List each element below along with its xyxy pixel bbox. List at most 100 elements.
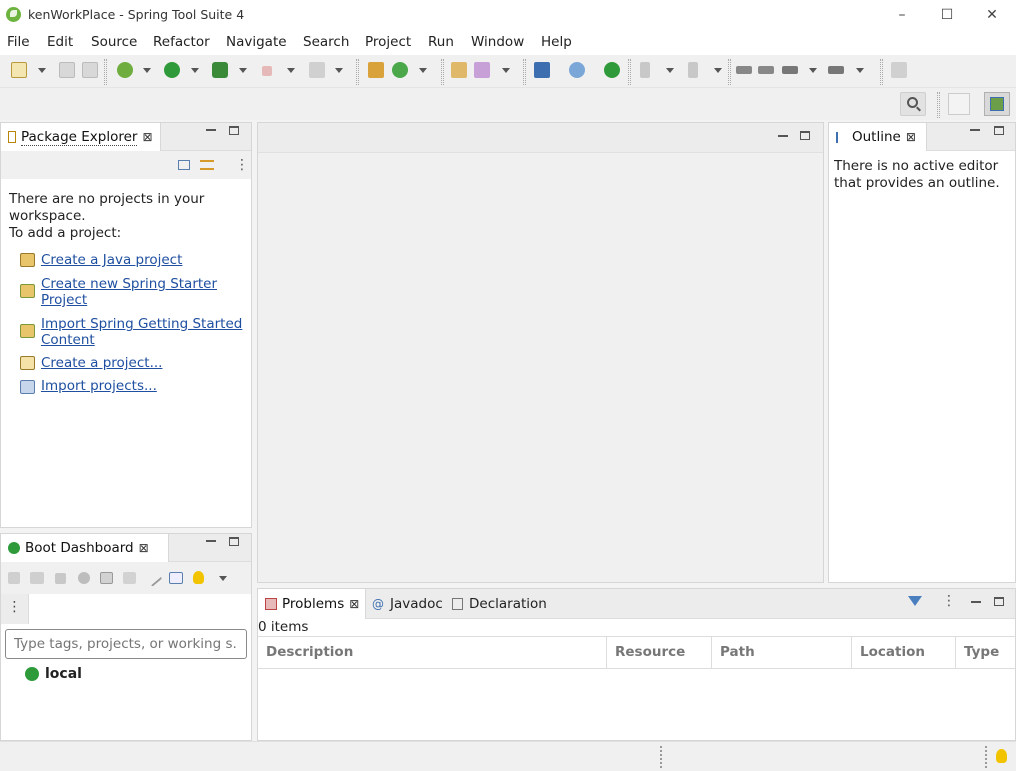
last-edit-forward-icon[interactable] — [758, 66, 774, 74]
menu-navigate[interactable]: Navigate — [226, 34, 287, 50]
maximize-view-button[interactable] — [229, 126, 239, 135]
menu-edit[interactable]: Edit — [47, 34, 73, 50]
open-task-dropdown-icon[interactable] — [502, 68, 510, 73]
import-projects-link[interactable]: Import projects... — [41, 378, 246, 394]
menu-file[interactable]: File — [7, 34, 30, 50]
view-menu-icon[interactable]: ⋮ — [1, 594, 29, 624]
pin-icon[interactable] — [891, 62, 907, 78]
build-icon[interactable] — [309, 62, 325, 78]
edit-icon[interactable] — [144, 569, 163, 587]
import-spring-guide-link[interactable]: Import Spring Getting Started Content — [41, 316, 246, 348]
tab-package-explorer[interactable]: Package Explorer ⊠ — [1, 123, 161, 151]
new-java-package-icon[interactable] — [368, 62, 384, 78]
menu-refactor[interactable]: Refactor — [153, 34, 210, 50]
tab-outline[interactable]: Outline ⊠ — [829, 123, 927, 151]
maximize-view-button[interactable] — [229, 537, 239, 546]
menu-source[interactable]: Source — [91, 34, 137, 50]
tab-problems[interactable]: Problems ⊠ — [258, 589, 366, 619]
view-menu-icon[interactable]: ⋮ — [942, 594, 956, 608]
run-external-icon[interactable] — [212, 62, 228, 78]
open-type-icon[interactable] — [451, 62, 467, 78]
java-perspective-icon[interactable] — [984, 92, 1010, 116]
new-dropdown-icon[interactable] — [38, 68, 46, 73]
menu-run[interactable]: Run — [428, 34, 454, 50]
tab-javadoc[interactable]: @ Javadoc — [372, 589, 443, 619]
run-dropdown-icon[interactable] — [191, 68, 199, 73]
back-dropdown-icon[interactable] — [809, 68, 817, 73]
minimize-editor-button[interactable] — [778, 135, 788, 137]
back-icon[interactable] — [782, 66, 798, 74]
maximize-editor-button[interactable] — [800, 131, 810, 140]
start-icon[interactable] — [8, 572, 20, 584]
run-external-dropdown-icon[interactable] — [239, 68, 247, 73]
new-class-dropdown-icon[interactable] — [419, 68, 427, 73]
close-button[interactable]: ✕ — [969, 0, 1015, 30]
search-view-icon[interactable] — [569, 62, 585, 78]
link-with-editor-icon[interactable] — [200, 160, 214, 170]
forward-dropdown-icon[interactable] — [856, 68, 864, 73]
table-icon[interactable] — [169, 572, 183, 584]
tab-declaration[interactable]: Declaration — [452, 589, 547, 619]
menu-search[interactable]: Search — [303, 34, 349, 50]
lightbulb-icon[interactable] — [193, 571, 204, 584]
column-location[interactable]: Location — [852, 637, 956, 669]
boot-icon[interactable] — [604, 62, 620, 78]
link-text[interactable]: Import Spring Getting Started — [41, 316, 246, 332]
forward-icon[interactable] — [828, 66, 844, 74]
build-dropdown-icon[interactable] — [335, 68, 343, 73]
stop-dropdown-icon[interactable] — [287, 68, 295, 73]
new-class-icon[interactable] — [392, 62, 408, 78]
open-console-icon[interactable] — [100, 572, 113, 584]
link-text[interactable]: Content — [41, 332, 246, 348]
new-icon[interactable] — [11, 62, 27, 78]
open-task-icon[interactable] — [474, 62, 490, 78]
minimize-view-button[interactable] — [206, 129, 216, 131]
close-tab-icon[interactable]: ⊠ — [349, 597, 359, 611]
stop-icon[interactable] — [262, 66, 272, 76]
column-resource[interactable]: Resource — [607, 637, 712, 669]
search-button[interactable] — [900, 92, 926, 116]
close-tab-icon[interactable]: ⊠ — [906, 130, 916, 144]
save-all-icon[interactable] — [82, 62, 98, 78]
minimize-view-button[interactable] — [970, 129, 980, 131]
column-description[interactable]: Description — [258, 637, 607, 669]
debug-dropdown-icon[interactable] — [143, 68, 151, 73]
link-text[interactable]: Create new Spring Starter — [41, 276, 246, 292]
menu-project[interactable]: Project — [365, 34, 411, 50]
last-edit-icon[interactable] — [736, 66, 752, 74]
console-icon[interactable] — [534, 62, 550, 78]
prev-annotation-icon[interactable] — [688, 62, 698, 78]
create-java-project-link[interactable]: Create a Java project — [41, 252, 246, 268]
stop-app-icon[interactable] — [55, 573, 66, 584]
menu-help[interactable]: Help — [541, 34, 572, 50]
tab-boot-dashboard[interactable]: Boot Dashboard ⊠ — [1, 534, 169, 562]
open-perspective-icon[interactable] — [948, 93, 970, 115]
close-tab-icon[interactable]: ⊠ — [139, 541, 149, 555]
run-icon[interactable] — [164, 62, 180, 78]
debug-icon[interactable] — [117, 62, 133, 78]
minimize-view-button[interactable] — [206, 540, 216, 542]
link-text[interactable]: Import projects... — [41, 378, 246, 394]
link-text[interactable]: Create a project... — [41, 355, 246, 371]
boot-dashboard-filter-input[interactable] — [5, 629, 247, 659]
close-tab-icon[interactable]: ⊠ — [142, 130, 152, 144]
local-target-node[interactable]: local — [45, 666, 82, 682]
save-icon[interactable] — [59, 62, 75, 78]
filter-icon[interactable] — [908, 596, 922, 606]
column-path[interactable]: Path — [712, 637, 852, 669]
minimize-view-button[interactable] — [971, 601, 981, 603]
link-text[interactable]: Create a Java project — [41, 252, 246, 268]
view-menu-icon[interactable]: ⋮ — [235, 158, 249, 172]
create-spring-starter-link[interactable]: Create new Spring Starter Project — [41, 276, 246, 308]
minimize-button[interactable]: – — [879, 0, 925, 30]
create-project-link[interactable]: Create a project... — [41, 355, 246, 371]
link-editor-icon[interactable] — [123, 572, 136, 584]
prev-annotation-dropdown-icon[interactable] — [714, 68, 722, 73]
maximize-view-button[interactable] — [994, 597, 1004, 606]
boot-dashboard-dropdown-icon[interactable] — [219, 576, 227, 581]
debug-app-icon[interactable] — [30, 572, 44, 584]
menu-window[interactable]: Window — [471, 34, 524, 50]
open-browser-icon[interactable] — [78, 572, 90, 584]
next-annotation-icon[interactable] — [640, 62, 650, 78]
maximize-button[interactable]: ☐ — [924, 0, 970, 30]
